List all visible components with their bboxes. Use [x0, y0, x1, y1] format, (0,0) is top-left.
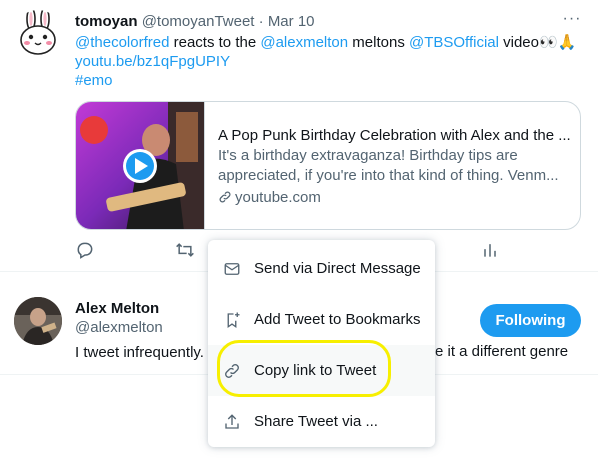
bookmark-add-icon	[222, 310, 242, 330]
tweet-text-segment: meltons	[348, 34, 409, 51]
share-icon	[222, 412, 242, 432]
url-link[interactable]: youtu.be/bz1qFpgUPIY	[75, 53, 230, 70]
card-domain: youtube.com	[218, 188, 573, 210]
menu-item-share-via[interactable]: Share Tweet via ...	[208, 396, 435, 447]
menu-item-direct-message[interactable]: Send via Direct Message	[208, 243, 435, 294]
menu-item-label: Copy link to Tweet	[254, 362, 377, 379]
mention-link[interactable]: @TBSOfficial	[409, 34, 499, 51]
envelope-icon	[222, 259, 242, 279]
analytics-icon[interactable]	[480, 240, 504, 264]
avatar[interactable]	[14, 10, 62, 58]
link-icon	[218, 190, 232, 210]
author-handle[interactable]: @tomoyanTweet	[142, 13, 255, 30]
retweet-icon[interactable]	[175, 240, 199, 264]
card-text: A Pop Punk Birthday Celebration with Ale…	[218, 126, 573, 210]
tweet-text: @thecolorfred reacts to the @alexmelton …	[75, 33, 585, 90]
hashtag-link[interactable]: #emo	[75, 72, 113, 89]
menu-item-label: Send via Direct Message	[254, 260, 421, 277]
user-name[interactable]: Alex Melton	[75, 300, 159, 317]
user-bio-continued: e it a different genre	[435, 343, 569, 360]
avatar[interactable]	[14, 297, 62, 345]
reply-icon[interactable]	[75, 240, 99, 264]
tweet-text-segment: reacts to the	[169, 34, 261, 51]
alex-avatar-image	[14, 297, 62, 345]
tweet[interactable]: tomoyan @tomoyanTweet · Mar 10 ··· @thec…	[0, 0, 598, 272]
menu-item-label: Add Tweet to Bookmarks	[254, 311, 421, 328]
mention-link[interactable]: @thecolorfred	[75, 34, 169, 51]
card-domain-text: youtube.com	[235, 189, 321, 206]
link-card[interactable]: A Pop Punk Birthday Celebration with Ale…	[75, 101, 581, 230]
menu-item-copy-link[interactable]: Copy link to Tweet	[208, 345, 435, 396]
tweet-text-segment: video👀🙏	[498, 34, 577, 51]
card-thumbnail	[76, 102, 205, 229]
more-options-icon[interactable]: ···	[560, 10, 584, 30]
author-name[interactable]: tomoyan	[75, 13, 138, 30]
tweet-header: tomoyan @tomoyanTweet · Mar 10	[75, 12, 315, 31]
share-menu: Send via Direct Message Add Tweet to Boo…	[208, 240, 435, 447]
bunny-avatar-icon	[20, 10, 56, 55]
separator: ·	[258, 13, 264, 30]
mention-link[interactable]: @alexmelton	[260, 34, 348, 51]
link-icon	[222, 361, 242, 381]
video-thumbnail-image	[76, 102, 204, 229]
user-handle[interactable]: @alexmelton	[75, 319, 163, 336]
menu-item-label: Share Tweet via ...	[254, 413, 378, 430]
following-button[interactable]: Following	[480, 304, 581, 337]
menu-item-bookmark[interactable]: Add Tweet to Bookmarks	[208, 294, 435, 345]
tweet-date[interactable]: Mar 10	[268, 13, 315, 30]
card-title: A Pop Punk Birthday Celebration with Ale…	[218, 127, 571, 144]
card-description: It's a birthday extravaganza! Birthday t…	[218, 147, 559, 184]
